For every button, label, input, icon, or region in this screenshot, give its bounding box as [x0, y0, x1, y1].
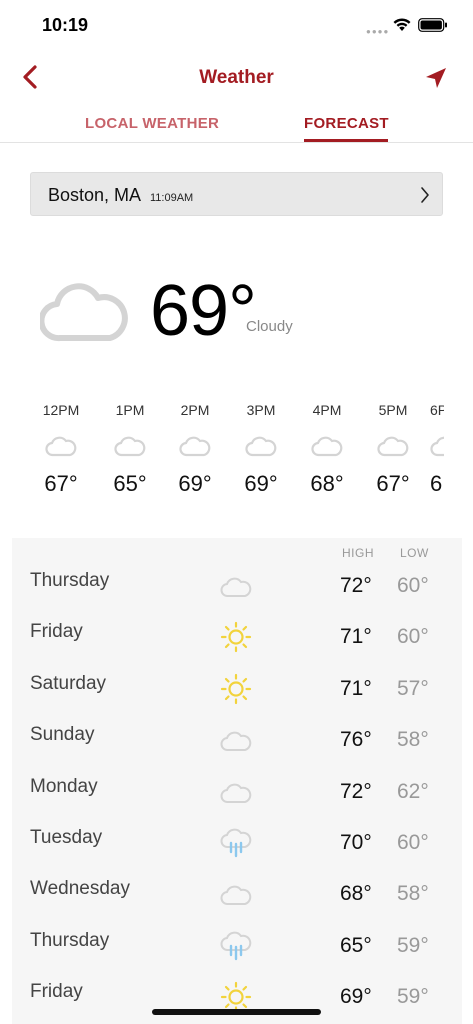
chevron-right-icon [421, 187, 429, 203]
hourly-item: 6PM 6 [430, 400, 444, 497]
sun-icon [220, 617, 252, 662]
battery-icon [418, 18, 447, 32]
hourly-item: 1PM 65° [97, 400, 163, 497]
sun-icon [220, 977, 252, 1022]
day-high: 72° [340, 574, 372, 597]
hour-time: 6PM [430, 402, 444, 418]
cloud-icon [179, 436, 211, 457]
day-low: 60° [397, 831, 429, 854]
daily-forecast[interactable]: HIGH LOW Thursday 72° 60° Friday 71° 60° Satur… [12, 538, 462, 1024]
nav-bar: Weather [0, 55, 473, 99]
day-high: 72° [340, 779, 372, 803]
home-indicator[interactable] [152, 1009, 321, 1015]
daily-row: Thursday 65° 59° [12, 920, 462, 971]
daily-row: Sunday 76° 58° [12, 714, 462, 765]
hour-time: 3PM [246, 402, 276, 418]
day-name: Friday [30, 981, 83, 1003]
tab-forecast[interactable]: FORECAST [304, 115, 389, 132]
current-condition: Cloudy [246, 318, 293, 335]
day-high: 70° [340, 831, 372, 854]
hour-time: 1PM [115, 402, 145, 418]
day-high: 68° [340, 882, 372, 906]
rain-icon [220, 823, 252, 868]
hour-temp: 68° [310, 471, 344, 496]
daily-row: Thursday 72° 60° [12, 560, 462, 611]
hour-temp: 69° [178, 471, 212, 496]
day-name: Sunday [30, 724, 95, 746]
hourly-item: 2PM 69° [162, 400, 228, 497]
status-bar: 10:19 ●●●● [0, 0, 473, 50]
hourly-forecast[interactable]: 12PM 67° 1PM 65° 2PM 69° 3PM 69° 4PM 68°… [0, 400, 473, 520]
cloud-icon [45, 436, 77, 457]
hour-temp: 67° [376, 471, 410, 496]
day-name: Thursday [30, 929, 110, 951]
day-name: Wednesday [30, 878, 130, 900]
hourly-item: 12PM 67° [28, 400, 94, 497]
hour-time: 12PM [42, 402, 80, 418]
hour-temp: 6 [430, 471, 443, 496]
day-low: 58° [397, 882, 429, 906]
status-time: 10:19 [42, 15, 89, 35]
hour-time: 2PM [180, 402, 210, 418]
hour-time: 5PM [378, 402, 408, 418]
day-name: Monday [30, 775, 98, 797]
rain-icon [220, 926, 252, 971]
day-name: Thursday [30, 570, 110, 591]
day-low: 58° [397, 728, 429, 752]
wifi-icon [393, 18, 411, 31]
page-title: Weather [199, 67, 274, 88]
day-low: 60° [397, 625, 429, 649]
signal-icon: ●●●● [366, 27, 390, 36]
current-temperature: 69° [150, 271, 257, 351]
cloud-icon [114, 436, 146, 457]
location-arrow-icon[interactable] [423, 65, 449, 91]
tab-bar: LOCAL WEATHER FORECAST [0, 105, 473, 143]
daily-row: Monday 72° 62° [12, 766, 462, 817]
cloud-icon [377, 436, 409, 457]
day-low: 59° [397, 985, 429, 1009]
day-name: Tuesday [30, 827, 103, 848]
hourly-item: 5PM 67° [360, 400, 426, 497]
daily-row: Friday 71° 60° [12, 611, 462, 662]
day-low: 57° [397, 676, 429, 700]
day-high: 71° [340, 676, 372, 700]
hour-temp: 65° [113, 471, 147, 496]
cloud-icon [220, 772, 252, 817]
day-low: 59° [397, 933, 429, 957]
cloud-icon [430, 436, 444, 457]
day-high: 69° [340, 985, 372, 1009]
low-header: LOW [400, 546, 429, 560]
day-low: 62° [397, 779, 429, 803]
cloud-icon [245, 436, 277, 457]
cloud-icon [220, 566, 252, 611]
location-city: Boston, MA [48, 185, 142, 205]
day-name: Saturday [30, 672, 107, 694]
cloud-icon [311, 436, 343, 457]
day-high: 65° [340, 933, 372, 957]
day-name: Friday [30, 621, 83, 643]
hour-temp: 69° [244, 471, 278, 496]
high-header: HIGH [342, 546, 374, 560]
daily-row: Wednesday 68° 58° [12, 868, 462, 919]
hour-time: 4PM [312, 402, 342, 418]
location-selector[interactable]: Boston, MA 11:09AM [30, 172, 443, 216]
location-time: 11:09AM [150, 192, 194, 204]
hourly-item: 3PM 69° [228, 400, 294, 497]
cloud-icon [220, 874, 252, 919]
day-high: 76° [340, 728, 372, 752]
day-low: 60° [397, 574, 429, 597]
cloud-icon [220, 720, 252, 765]
daily-row: Saturday 71° 57° [12, 663, 462, 714]
hourly-item: 4PM 68° [294, 400, 360, 497]
tab-local-weather[interactable]: LOCAL WEATHER [85, 115, 219, 132]
cloud-icon [40, 283, 128, 342]
sun-icon [220, 669, 252, 714]
active-tab-indicator [304, 139, 388, 142]
daily-row: Tuesday 70° 60° [12, 817, 462, 868]
hour-temp: 67° [44, 471, 78, 496]
day-high: 71° [340, 625, 372, 649]
